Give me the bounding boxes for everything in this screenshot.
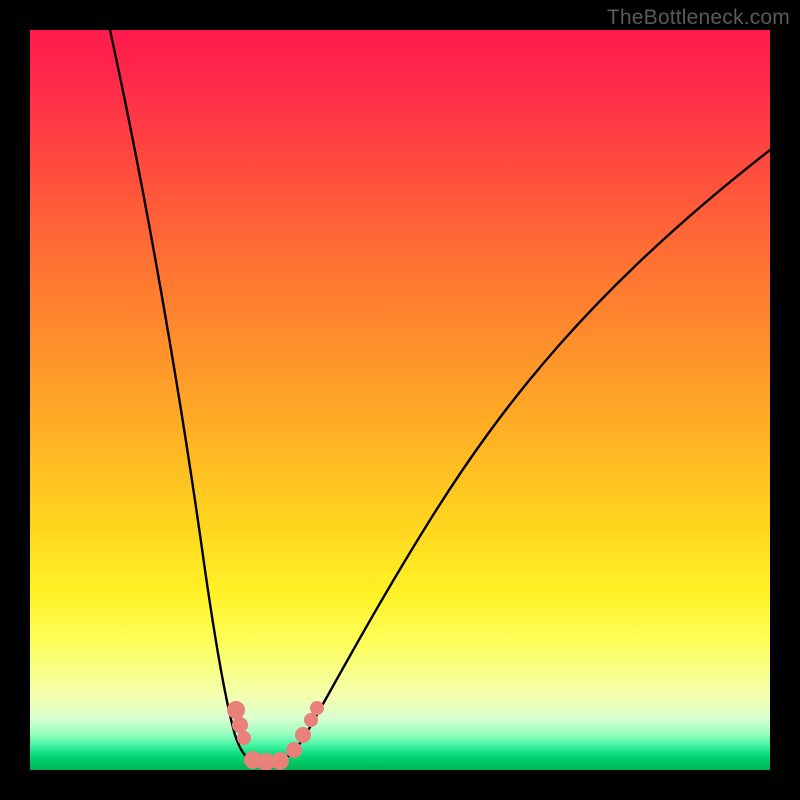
chart-frame: TheBottleneck.com — [0, 0, 800, 800]
data-marker — [232, 717, 248, 733]
curve-layer — [30, 30, 770, 770]
plot-area — [30, 30, 770, 770]
curve-left-branch — [110, 30, 262, 760]
data-marker — [237, 731, 251, 745]
data-marker — [227, 701, 245, 719]
data-marker — [286, 742, 302, 758]
watermark-text: TheBottleneck.com — [607, 6, 790, 30]
data-marker — [310, 701, 324, 715]
marker-group — [227, 701, 324, 770]
data-marker — [295, 727, 311, 743]
curve-right-branch — [262, 150, 770, 760]
data-marker — [304, 713, 318, 727]
data-marker — [271, 752, 289, 770]
